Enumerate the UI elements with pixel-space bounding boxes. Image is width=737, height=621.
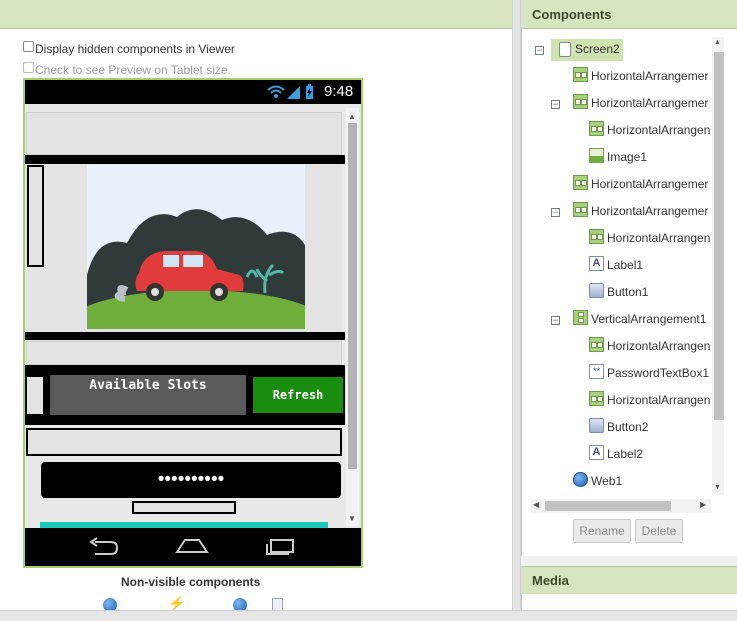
tree-item-label: Web1 — [591, 474, 623, 488]
refresh-button[interactable]: Refresh — [253, 377, 343, 413]
components-tree: − Screen2 HorizontalArrangemer − Horizon… — [527, 35, 712, 495]
phone-screen: Available Slots Refresh •••••••••• ▲ ▼ — [25, 104, 361, 528]
tree-item-label: VerticalArrangement1 — [591, 312, 707, 326]
horizontal-arrangement-icon — [589, 337, 604, 352]
tree-item-label: HorizontalArrangemer — [591, 204, 709, 218]
tree-item-label: Screen2 — [575, 42, 620, 56]
signal-icon — [287, 86, 300, 99]
status-icons — [267, 84, 313, 99]
display-hidden-label: Display hidden components in Viewer — [35, 42, 235, 56]
recents-icon[interactable] — [265, 536, 297, 556]
horizontal-arrangement-icon — [573, 67, 588, 82]
status-clock: 9:48 — [324, 83, 354, 100]
tree-item-label: HorizontalArrangen — [607, 123, 711, 137]
scroll-right-icon[interactable]: ▶ — [700, 500, 706, 509]
label-icon: A — [589, 445, 604, 460]
media-title: Media — [521, 566, 737, 594]
tree-item-label: Button1 — [607, 285, 649, 299]
rename-button[interactable]: Rename — [573, 519, 631, 543]
tree-item-label: PasswordTextBox1 — [607, 366, 710, 380]
horizontal-arrangement-top — [26, 112, 342, 155]
tree-horizontal-scrollbar-thumb[interactable] — [545, 501, 671, 511]
delete-button[interactable]: Delete — [635, 519, 683, 543]
label-icon: A — [589, 256, 604, 271]
separator-bar — [25, 420, 345, 425]
collapse-toggle-icon[interactable]: − — [551, 316, 560, 325]
password-icon: ** — [589, 364, 604, 379]
tree-item-label: HorizontalArrangen — [607, 339, 711, 353]
inner-arrangement — [27, 165, 44, 267]
horizontal-arrangement-icon — [589, 391, 604, 406]
tree-item-label: Image1 — [607, 150, 648, 164]
phone-nav-bar — [25, 528, 361, 566]
horizontal-arrangement-icon — [573, 94, 588, 109]
wifi-icon — [267, 85, 285, 98]
phone-scrollbar-thumb[interactable] — [348, 123, 357, 469]
car-image — [87, 165, 305, 329]
scroll-up-icon[interactable]: ▲ — [348, 112, 356, 121]
tablet-preview-checkbox[interactable] — [23, 62, 34, 73]
separator-bar — [25, 155, 345, 164]
tree-item-label: HorizontalArrangemer — [591, 69, 709, 83]
button-icon — [589, 283, 604, 298]
tree-vertical-scrollbar-thumb[interactable] — [714, 52, 724, 420]
viewer-header — [0, 0, 512, 29]
horizontal-arrangement-icon — [589, 229, 604, 244]
battery-icon — [306, 84, 313, 99]
phone-status-bar — [25, 80, 361, 104]
horizontal-arrangement-icon — [573, 202, 588, 217]
separator-bar — [25, 365, 345, 374]
nonvisible-title: Non-visible components — [121, 575, 261, 589]
inner-arrangement-small — [132, 501, 236, 514]
horizontal-arrangement-icon — [589, 121, 604, 136]
display-hidden-checkbox[interactable] — [23, 41, 34, 52]
horizontal-arrangement-empty — [26, 341, 342, 365]
button-icon — [589, 418, 604, 433]
collapse-toggle-icon[interactable]: − — [535, 46, 544, 55]
web-icon — [573, 472, 588, 487]
available-slots-label: Available Slots — [50, 375, 246, 415]
page-horizontal-scrollbar[interactable] — [0, 610, 737, 621]
tree-item-label: HorizontalArrangen — [607, 393, 711, 407]
tree-item-label: HorizontalArrangemer — [591, 96, 709, 110]
tablet-preview-label: Check to see Preview on Tablet size. — [35, 63, 231, 77]
tree-item-label: HorizontalArrangemer — [591, 177, 709, 191]
slots-spacer — [27, 377, 43, 414]
scroll-up-icon[interactable]: ▲ — [714, 39, 721, 46]
scroll-down-icon[interactable]: ▼ — [348, 514, 356, 523]
scroll-down-icon[interactable]: ▼ — [714, 484, 721, 491]
image-icon — [589, 148, 604, 163]
vertical-arrangement-icon — [573, 310, 588, 325]
tree-item-label: HorizontalArrangen — [607, 231, 711, 245]
components-title: Components — [521, 0, 737, 29]
back-icon[interactable] — [87, 536, 119, 556]
panel-divider[interactable] — [512, 0, 521, 621]
separator-bar — [25, 332, 345, 340]
scroll-left-icon[interactable]: ◀ — [533, 500, 539, 509]
screen-icon — [559, 42, 571, 57]
collapse-toggle-icon[interactable]: − — [551, 100, 560, 109]
horizontal-arrangement-icon — [573, 175, 588, 190]
vertical-arrangement-top — [26, 428, 342, 456]
tree-item-screen2[interactable]: − Screen2 — [527, 39, 712, 61]
collapse-toggle-icon[interactable]: − — [551, 208, 560, 217]
password-textbox[interactable]: •••••••••• — [41, 462, 341, 498]
tree-item-label: Label2 — [607, 447, 644, 461]
home-icon[interactable] — [175, 536, 209, 556]
tree-item-label: Label1 — [607, 258, 644, 272]
tree-item-label: Button2 — [607, 420, 649, 434]
